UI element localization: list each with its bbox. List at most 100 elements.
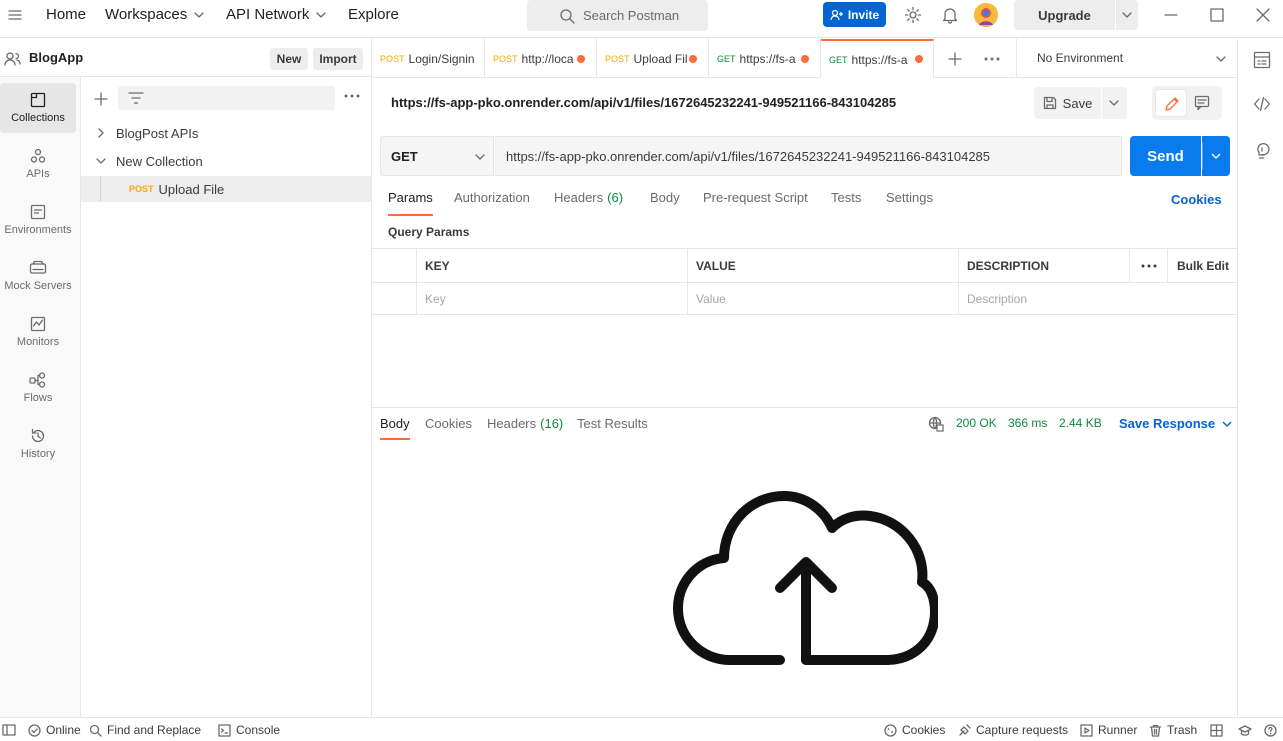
- cookies-status[interactable]: Cookies: [884, 718, 945, 741]
- mock-servers-icon: [29, 260, 47, 274]
- tab-headers[interactable]: Headers (6): [554, 190, 623, 216]
- rail-mock-servers[interactable]: Mock Servers: [0, 251, 76, 301]
- response-tab-test-results[interactable]: Test Results: [577, 416, 648, 440]
- maximize-window-icon[interactable]: [1210, 8, 1224, 22]
- tab-get-fs-1[interactable]: GET https://fs-a: [709, 39, 821, 78]
- right-rail: [1237, 39, 1283, 717]
- response-status[interactable]: 200 OK: [956, 416, 997, 430]
- network-globe-icon[interactable]: [928, 416, 944, 432]
- trash[interactable]: Trash: [1149, 718, 1197, 741]
- param-value-input[interactable]: Value: [688, 282, 959, 315]
- unsaved-dot: [915, 55, 923, 63]
- send-dropdown-button[interactable]: [1202, 136, 1230, 176]
- save-dropdown-button[interactable]: [1102, 87, 1127, 119]
- capture-icon: [959, 723, 971, 736]
- chevron-down-icon: [1122, 12, 1132, 18]
- save-response-button[interactable]: Save Response: [1119, 416, 1233, 431]
- response-tab-body[interactable]: Body: [380, 416, 410, 440]
- chevron-down-icon: [1222, 421, 1232, 427]
- request-title[interactable]: https://fs-app-pko.onrender.com/api/v1/f…: [391, 95, 896, 110]
- table-more-icon[interactable]: [1130, 249, 1168, 282]
- toggle-sidebar-icon[interactable]: [2, 718, 16, 741]
- tree-request-upload-file[interactable]: POST Upload File: [81, 176, 371, 202]
- environment-quick-look-icon[interactable]: [1253, 51, 1271, 69]
- filter-input[interactable]: [118, 86, 335, 110]
- view-mode-toggle: [1152, 86, 1222, 120]
- edit-mode-button[interactable]: [1155, 89, 1187, 117]
- tab-params[interactable]: Params: [388, 190, 433, 216]
- lightbulb-icon[interactable]: [1254, 142, 1270, 160]
- tab-get-fs-active[interactable]: GET https://fs-a: [821, 39, 934, 78]
- bulk-edit-button[interactable]: Bulk Edit: [1168, 249, 1237, 282]
- environment-selector[interactable]: No Environment: [1016, 39, 1237, 78]
- tab-settings[interactable]: Settings: [886, 190, 933, 216]
- url-input[interactable]: https://fs-app-pko.onrender.com/api/v1/f…: [495, 136, 1122, 176]
- response-tab-headers[interactable]: Headers (16): [487, 416, 563, 440]
- response-time[interactable]: 366 ms: [1008, 416, 1047, 430]
- new-button[interactable]: New: [270, 48, 308, 70]
- tree-collection-new-collection[interactable]: New Collection: [81, 148, 371, 174]
- query-params-table: KEY VALUE DESCRIPTION Bulk Edit Key Valu…: [372, 248, 1237, 315]
- avatar[interactable]: [974, 3, 998, 27]
- code-icon[interactable]: [1253, 96, 1271, 112]
- save-button[interactable]: Save: [1034, 87, 1101, 119]
- rail-flows[interactable]: Flows: [0, 363, 76, 413]
- invite-button[interactable]: Invite: [823, 2, 886, 27]
- method-select[interactable]: GET: [380, 136, 494, 176]
- rail-collections[interactable]: Collections: [0, 83, 76, 133]
- tab-tests[interactable]: Tests: [831, 190, 861, 216]
- chevron-down-icon: [194, 12, 204, 18]
- help-icon[interactable]: [1264, 718, 1277, 741]
- more-options-icon[interactable]: [344, 93, 360, 99]
- bootcamp-icon[interactable]: [1238, 718, 1252, 741]
- capture-requests[interactable]: Capture requests: [958, 718, 1068, 741]
- unsaved-dot: [577, 55, 585, 63]
- online-status[interactable]: Online: [28, 718, 81, 741]
- close-window-icon[interactable]: [1256, 8, 1270, 22]
- import-button[interactable]: Import: [313, 48, 363, 70]
- tabs-more-icon[interactable]: [984, 56, 1000, 62]
- pencil-icon: [1165, 97, 1179, 111]
- search-input[interactable]: Search Postman: [527, 0, 708, 31]
- minimize-window-icon[interactable]: [1164, 8, 1178, 22]
- nav-explore[interactable]: Explore: [348, 0, 399, 30]
- tab-login-signin[interactable]: POST Login/Signin: [372, 39, 485, 78]
- response-tab-cookies[interactable]: Cookies: [425, 416, 472, 440]
- upgrade-button[interactable]: Upgrade: [1014, 0, 1115, 30]
- nav-api-network[interactable]: API Network: [226, 0, 327, 30]
- menu-icon[interactable]: [8, 9, 22, 21]
- workspace-name[interactable]: BlogApp: [29, 50, 83, 65]
- tab-pre-request-script[interactable]: Pre-request Script: [703, 190, 808, 216]
- comments-icon[interactable]: [1194, 95, 1210, 111]
- col-description-header: DESCRIPTION: [959, 249, 1130, 282]
- search-icon: [89, 724, 102, 737]
- collections-icon: [30, 92, 46, 108]
- send-button[interactable]: Send: [1130, 136, 1201, 176]
- nav-workspaces[interactable]: Workspaces: [105, 0, 205, 30]
- new-tab-plus-icon[interactable]: [948, 52, 962, 66]
- rail-monitors[interactable]: Monitors: [0, 307, 76, 357]
- col-key-header: KEY: [417, 249, 688, 282]
- console[interactable]: Console: [218, 718, 280, 741]
- rail-apis[interactable]: APIs: [0, 139, 76, 189]
- tab-http-local[interactable]: POST http://loca: [485, 39, 597, 78]
- history-icon: [31, 428, 45, 443]
- runner[interactable]: Runner: [1080, 718, 1137, 741]
- tab-authorization[interactable]: Authorization: [454, 190, 530, 216]
- notifications-bell-icon[interactable]: [941, 6, 959, 24]
- response-size[interactable]: 2.44 KB: [1059, 416, 1102, 430]
- upgrade-dropdown-button[interactable]: [1116, 0, 1138, 30]
- cookies-link[interactable]: Cookies: [1171, 192, 1222, 207]
- add-collection-icon[interactable]: [94, 92, 108, 106]
- two-pane-view-icon[interactable]: [1210, 718, 1223, 741]
- rail-environments[interactable]: Environments: [0, 195, 76, 245]
- tree-collection-blogpost-apis[interactable]: BlogPost APIs: [81, 120, 371, 146]
- tab-body[interactable]: Body: [650, 190, 680, 216]
- tab-upload-file[interactable]: POST Upload Fil: [597, 39, 709, 78]
- rail-history[interactable]: History: [0, 419, 76, 469]
- param-key-input[interactable]: Key: [417, 282, 688, 315]
- nav-home[interactable]: Home: [46, 0, 86, 30]
- find-and-replace[interactable]: Find and Replace: [89, 718, 201, 741]
- settings-gear-icon[interactable]: [904, 6, 922, 24]
- param-description-input[interactable]: Description: [959, 282, 1237, 315]
